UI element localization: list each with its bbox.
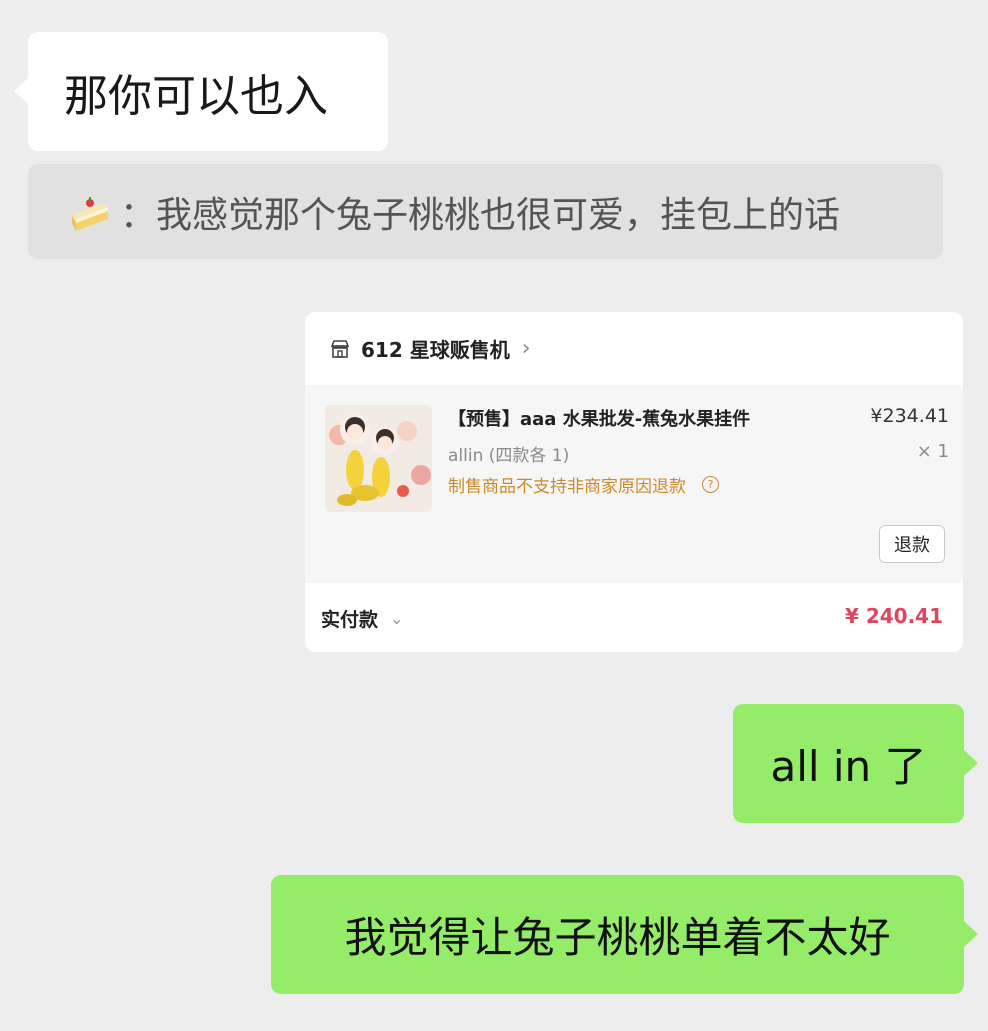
paid-label-text: 实付款 [321,609,379,631]
shop-header[interactable]: 612 星球贩售机 › [305,312,963,385]
outgoing-message-bubble[interactable]: 我觉得让兔子桃桃单着不太好 [271,875,978,994]
shop-icon [330,339,350,358]
outgoing-message-bubble[interactable]: all in 了 [733,704,978,823]
chevron-down-icon: ⌄ [390,609,404,628]
paid-label[interactable]: 实付款 ⌄ [321,605,403,632]
question-mark-icon[interactable]: ? [702,476,719,493]
order-item[interactable]: 【预售】aaa 水果批发-蕉兔水果挂件 ¥234.41 allin (四款各 1… [305,385,963,583]
product-thumbnail[interactable] [325,405,432,512]
product-quantity: × 1 [916,441,949,462]
product-price: ¥234.41 [870,405,949,427]
refund-notice-text: 制售商品不支持非商家原因退款 [448,477,686,497]
refund-button[interactable]: 退款 [879,525,945,563]
outgoing-message-text: 我觉得让兔子桃桃单着不太好 [344,913,891,962]
order-card[interactable]: 612 星球贩售机 › 【预售】aaa 水果批发-蕉兔水果挂件 ¥234.41 … [305,312,963,652]
incoming-message-bubble[interactable]: 那你可以也入 [14,32,388,151]
incoming-message-text: 那你可以也入 [64,70,328,122]
bubble-tail [964,750,978,776]
payment-summary[interactable]: 实付款 ⌄ ¥ 240.41 [305,583,963,652]
cake-emoji-icon [72,196,108,231]
product-variant: allin (四款各 1) [448,446,570,466]
bubble-tail [14,78,28,104]
quoted-message-text: ：我感觉那个兔子桃桃也很可爱，挂包上的话 [120,194,841,236]
chevron-right-icon: › [521,336,531,361]
refund-notice: 制售商品不支持非商家原因退款 ? [448,472,719,497]
product-image [325,405,432,512]
bubble-tail [964,921,978,947]
paid-total: ¥ 240.41 [844,604,943,628]
quoted-message[interactable]: ：我感觉那个兔子桃桃也很可爱，挂包上的话 [28,164,943,259]
product-title[interactable]: 【预售】aaa 水果批发-蕉兔水果挂件 [448,405,750,431]
shop-name: 612 星球贩售机 [361,338,510,362]
outgoing-message-text: all in 了 [770,742,927,791]
